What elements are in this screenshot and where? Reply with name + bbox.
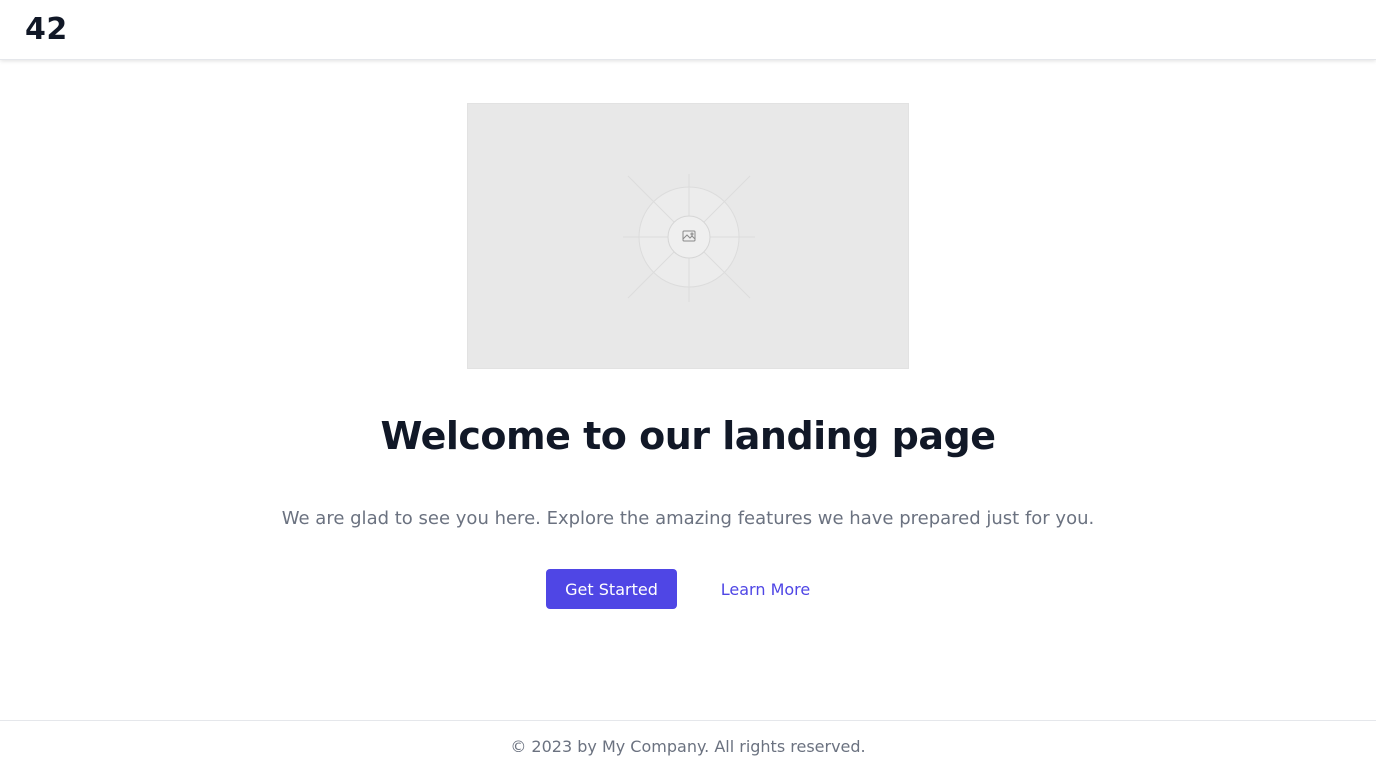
get-started-button[interactable]: Get Started xyxy=(546,569,677,609)
site-footer: © 2023 by My Company. All rights reserve… xyxy=(0,720,1376,768)
logo[interactable]: 42 xyxy=(25,12,68,47)
site-header: 42 xyxy=(0,0,1376,60)
copyright-text: © 2023 by My Company. All rights reserve… xyxy=(510,737,866,756)
image-placeholder-icon xyxy=(623,174,755,302)
hero-image-placeholder xyxy=(467,103,909,369)
learn-more-link[interactable]: Learn More xyxy=(708,569,823,609)
page-subtitle: We are glad to see you here. Explore the… xyxy=(281,508,1095,529)
page-title: Welcome to our landing page xyxy=(380,414,996,458)
